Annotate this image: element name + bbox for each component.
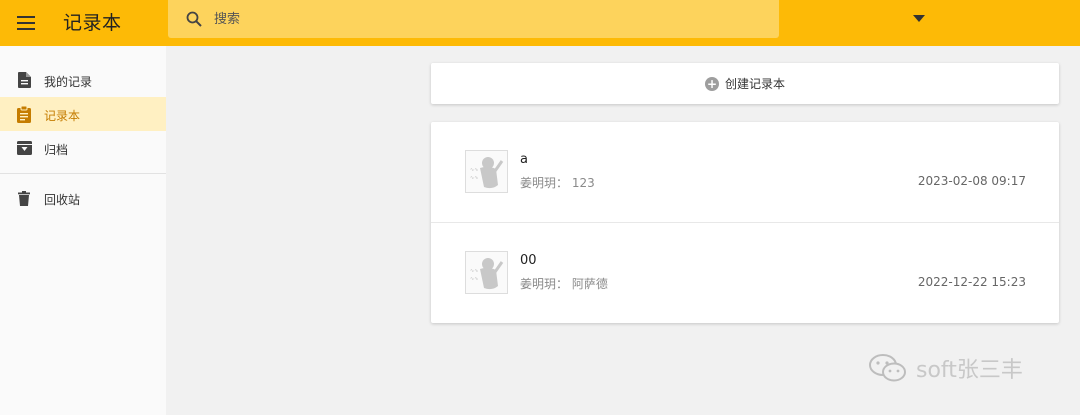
- notebook-name: 00: [520, 253, 537, 268]
- notebook-item[interactable]: ∿∿ ∿∿ 00 姜明玥： 阿萨德 2022-12-22 15:23: [431, 222, 1059, 322]
- search-bar[interactable]: [168, 0, 925, 38]
- notebook-thumbnail: ∿∿ ∿∿: [465, 150, 508, 193]
- clipboard-icon: [16, 105, 32, 123]
- create-notebook-label: 创建记录本: [724, 77, 785, 91]
- svg-text:∿∿: ∿∿: [470, 268, 478, 274]
- notebook-meta: 姜明玥： 阿萨德: [520, 275, 608, 292]
- trash-icon: [16, 189, 32, 207]
- notebook-description: 123: [571, 176, 595, 190]
- notebook-thumbnail: ∿∿ ∿∿: [465, 251, 508, 294]
- sidebar: 我的记录 记录本 归档 回收站: [0, 46, 166, 415]
- notebook-list: ∿∿ ∿∿ a 姜明玥： 123 2023-02-08 09:17 ∿∿ ∿∿ …: [431, 122, 1059, 323]
- notebook-date: 2022-12-22 15:23: [917, 275, 1026, 289]
- top-app-bar: 记录本: [0, 0, 1080, 46]
- search-icon: [186, 11, 202, 27]
- avatar-image-icon: ∿∿ ∿∿: [470, 258, 504, 290]
- notebook-item[interactable]: ∿∿ ∿∿ a 姜明玥： 123 2023-02-08 09:17: [431, 122, 1059, 222]
- svg-text:∿∿: ∿∿: [470, 167, 478, 173]
- menu-button[interactable]: [8, 5, 44, 41]
- notebook-meta: 姜明玥： 123: [520, 174, 595, 191]
- sidebar-item-trash[interactable]: 回收站: [0, 181, 166, 215]
- menu-icon: [17, 16, 35, 30]
- sidebar-item-label: 回收站: [44, 193, 81, 207]
- notebook-date: 2023-02-08 09:17: [917, 174, 1026, 188]
- notebook-description: 阿萨德: [571, 277, 608, 291]
- document-icon: [16, 71, 32, 89]
- watermark-text: soft张三丰: [916, 358, 1023, 383]
- notebook-name: a: [520, 152, 528, 167]
- sidebar-item-label: 记录本: [44, 109, 81, 123]
- sidebar-item-archive[interactable]: 归档: [0, 131, 166, 165]
- svg-text:∿∿: ∿∿: [470, 175, 478, 181]
- sidebar-item-my-records[interactable]: 我的记录: [0, 63, 166, 97]
- watermark: soft张三丰: [868, 352, 1023, 384]
- sidebar-item-label: 我的记录: [44, 75, 93, 89]
- create-notebook-button[interactable]: + 创建记录本: [431, 63, 1059, 104]
- svg-text:∿∿: ∿∿: [470, 276, 478, 282]
- wechat-icon: [869, 354, 906, 382]
- search-input[interactable]: [214, 8, 734, 30]
- app-title: 记录本: [63, 12, 122, 34]
- arrow-drop-down-icon[interactable]: [913, 15, 925, 22]
- add-circle-icon: +: [704, 76, 719, 91]
- sidebar-item-notebooks[interactable]: 记录本: [0, 97, 166, 131]
- archive-icon: [16, 139, 32, 157]
- notebook-author: 姜明玥：: [520, 277, 569, 291]
- avatar-image-icon: ∿∿ ∿∿: [470, 157, 504, 189]
- notebook-author: 姜明玥：: [520, 176, 569, 190]
- sidebar-item-label: 归档: [44, 143, 69, 157]
- sidebar-divider: [0, 173, 166, 174]
